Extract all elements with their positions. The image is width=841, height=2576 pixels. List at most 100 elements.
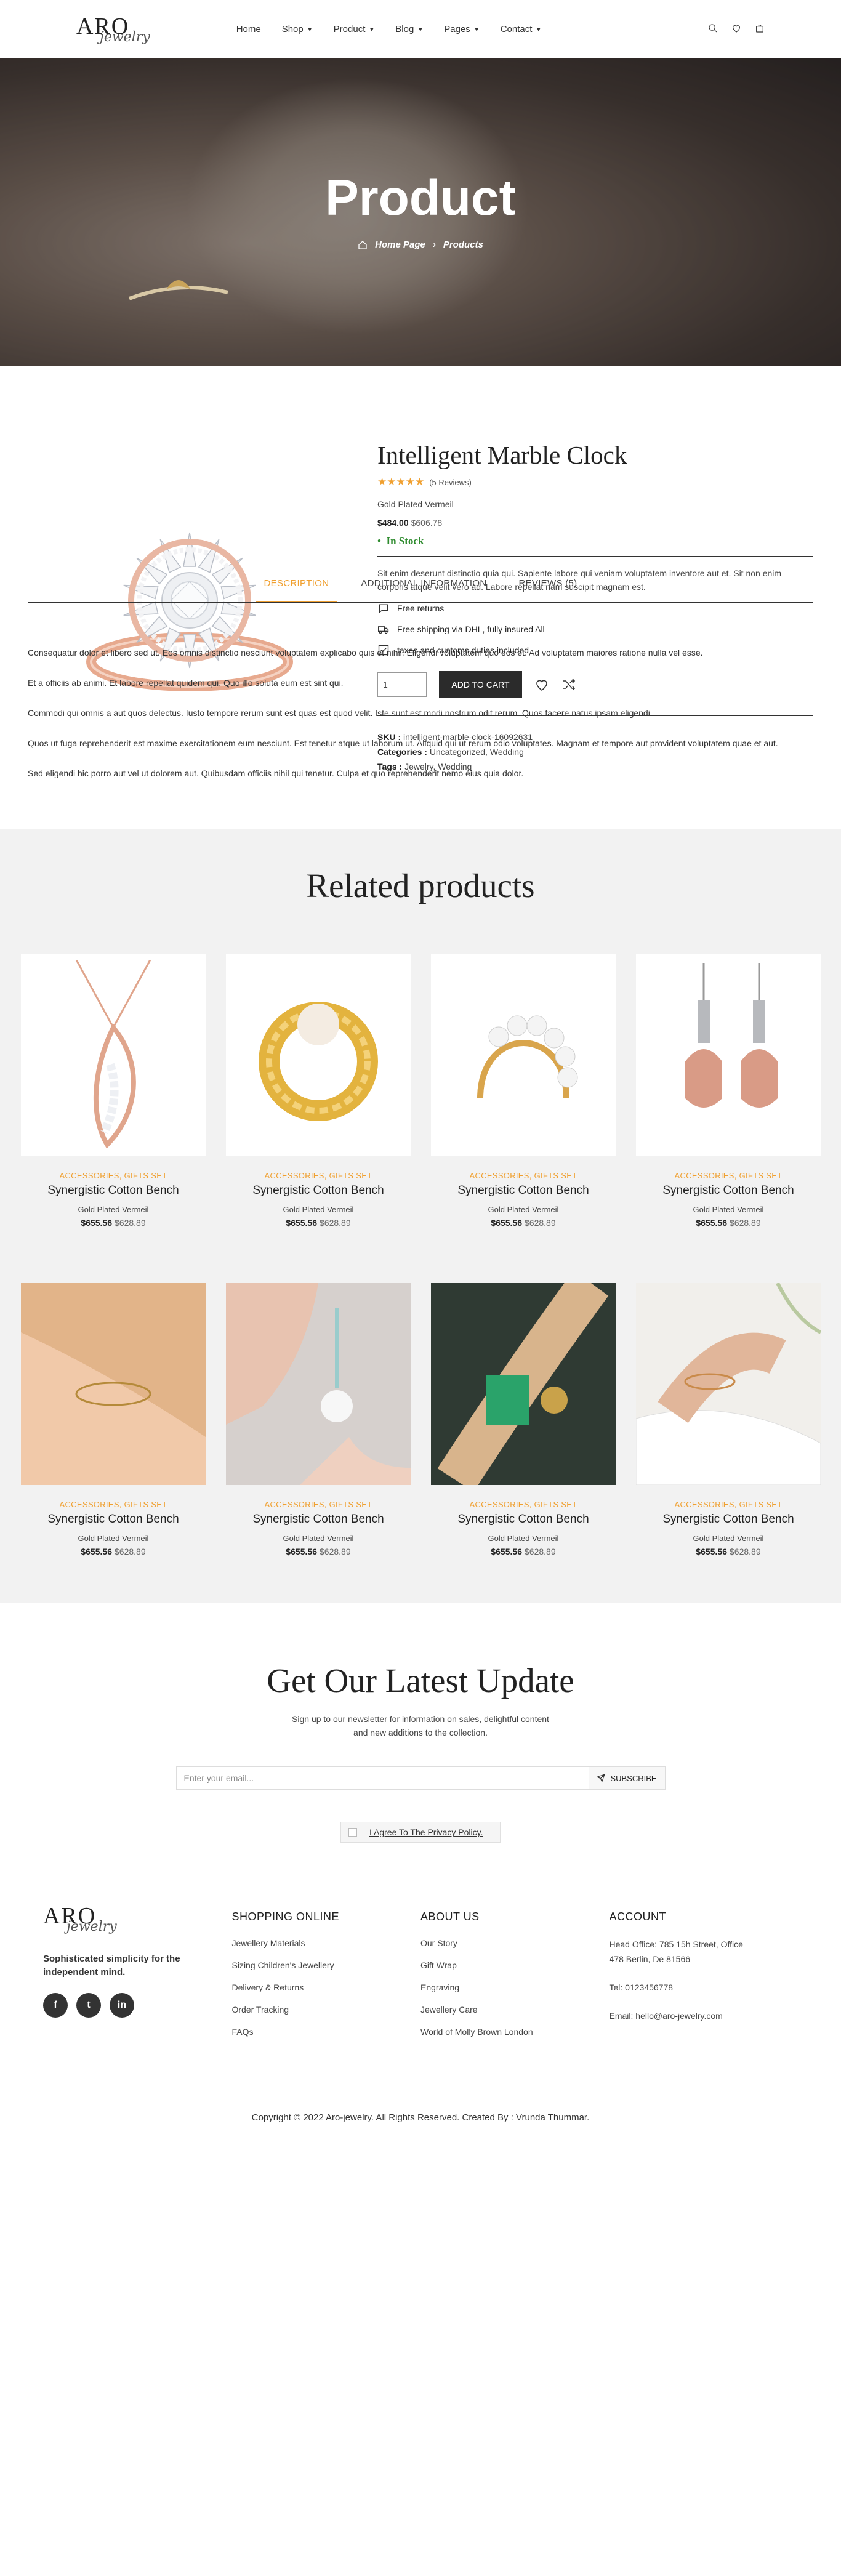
- product-card-image[interactable]: [431, 1283, 616, 1485]
- bag-icon[interactable]: [755, 23, 765, 36]
- product-card-category[interactable]: ACCESSORIES, GIFTS SET: [21, 1171, 206, 1180]
- address-line-1: Head Office: 785 15h Street, Office: [609, 1939, 743, 1949]
- product-card-material: Gold Plated Vermeil: [488, 1534, 559, 1543]
- product-card[interactable]: ACCESSORIES, GIFTS SET Synergistic Cotton…: [431, 954, 616, 1228]
- nav-item-pages[interactable]: Pages ▼: [444, 24, 479, 34]
- product-card-image[interactable]: [431, 954, 616, 1156]
- card-old-price: $628.89: [730, 1218, 761, 1228]
- footer-link[interactable]: Sizing Children's Jewellery: [232, 1960, 421, 1970]
- product-card-image[interactable]: [226, 954, 411, 1156]
- caret-down-icon: ▼: [307, 26, 313, 33]
- product-card-image[interactable]: [226, 1283, 411, 1485]
- product-card-name[interactable]: Synergistic Cotton Bench: [431, 1513, 616, 1526]
- product-image[interactable]: [28, 440, 351, 785]
- twitter-icon[interactable]: t: [76, 1993, 101, 2018]
- privacy-checkbox[interactable]: [348, 1828, 357, 1837]
- footer-link[interactable]: FAQs: [232, 2027, 421, 2037]
- shopping-title: SHOPPING ONLINE: [231, 1910, 340, 1923]
- privacy-agree[interactable]: I Agree To The Privacy Policy.: [340, 1822, 501, 1843]
- logo[interactable]: ARO jewelry: [76, 15, 150, 44]
- product-card-material: Gold Plated Vermeil: [693, 1205, 764, 1214]
- tab-reviews[interactable]: REVIEWS (5): [510, 571, 585, 602]
- newsletter-line-1: Sign up to our newsletter for informatio…: [292, 1714, 549, 1724]
- copyright: Copyright © 2022 Aro-jewelry. All Rights…: [251, 2112, 590, 2123]
- footer-link[interactable]: Our Story: [420, 1938, 610, 1948]
- footer-link[interactable]: Order Tracking: [232, 2005, 421, 2015]
- product-card[interactable]: ACCESSORIES, GIFTS SET Synergistic Cotton…: [636, 1283, 821, 1556]
- product-card[interactable]: ACCESSORIES, GIFTS SET Synergistic Cotton…: [21, 1283, 206, 1556]
- nav-item-product[interactable]: Product ▼: [334, 24, 375, 34]
- address-line-2: 478 Berlin, De 81566: [609, 1954, 691, 1964]
- footer-link[interactable]: Engraving: [420, 1982, 610, 1992]
- product-card-price: $655.56 $628.89: [431, 1218, 616, 1228]
- caret-down-icon: ▼: [536, 26, 542, 33]
- product-card[interactable]: ACCESSORIES, GIFTS SET Synergistic Cotton…: [226, 1283, 411, 1556]
- footer-link[interactable]: World of Molly Brown London: [420, 2027, 610, 2037]
- product-card-name[interactable]: Synergistic Cotton Bench: [636, 1184, 821, 1197]
- card-old-price: $628.89: [730, 1547, 761, 1556]
- product-card-category[interactable]: ACCESSORIES, GIFTS SET: [431, 1500, 616, 1509]
- product-card-category[interactable]: ACCESSORIES, GIFTS SET: [636, 1500, 821, 1509]
- footer-link[interactable]: Gift Wrap: [420, 1960, 610, 1970]
- subscribe-button[interactable]: SUBSCRIBE: [588, 1766, 666, 1790]
- product-card-name[interactable]: Synergistic Cotton Bench: [431, 1184, 616, 1197]
- product-card[interactable]: ACCESSORIES, GIFTS SET Synergistic Cotton…: [226, 954, 411, 1228]
- card-current-price: $655.56: [286, 1547, 317, 1556]
- linkedin-icon[interactable]: in: [110, 1993, 134, 2018]
- product-card-name[interactable]: Synergistic Cotton Bench: [226, 1513, 411, 1526]
- heart-icon[interactable]: [731, 23, 741, 36]
- product-card-category[interactable]: ACCESSORIES, GIFTS SET: [21, 1500, 206, 1509]
- footer-link[interactable]: Jewellery Care: [420, 2005, 610, 2015]
- product-card-image[interactable]: [21, 1283, 206, 1485]
- footer-link[interactable]: Jewellery Materials: [232, 1938, 421, 1948]
- add-to-cart-button[interactable]: ADD TO CART: [439, 671, 522, 698]
- tab-description[interactable]: DESCRIPTION: [255, 571, 338, 602]
- product-card[interactable]: ACCESSORIES, GIFTS SET Synergistic Cotton…: [431, 1283, 616, 1556]
- telephone[interactable]: Tel: 0123456778: [610, 1980, 799, 1995]
- product-card-category[interactable]: ACCESSORIES, GIFTS SET: [431, 1171, 616, 1180]
- stock-status: • In Stock: [377, 535, 424, 547]
- product-card-image[interactable]: [636, 1283, 821, 1485]
- email-link[interactable]: Email: hello@aro-jewelry.com: [610, 2008, 799, 2023]
- nav-label: Contact: [500, 24, 533, 34]
- product-grid: ACCESSORIES, GIFTS SET Synergistic Cotton…: [0, 954, 841, 1556]
- search-icon[interactable]: [708, 23, 718, 36]
- feature-label: Free shipping via DHL, fully insured All: [397, 624, 545, 634]
- product-card-price: $655.56 $628.89: [431, 1547, 616, 1556]
- product-card-name[interactable]: Synergistic Cotton Bench: [21, 1513, 206, 1526]
- card-old-price: $628.89: [525, 1547, 556, 1556]
- material: Gold Plated Vermeil: [377, 499, 454, 509]
- product-card-image[interactable]: [636, 954, 821, 1156]
- wishlist-heart-icon[interactable]: [534, 677, 549, 692]
- product-card-name[interactable]: Synergistic Cotton Bench: [636, 1513, 821, 1526]
- quantity-input[interactable]: [377, 672, 427, 697]
- product-card-name[interactable]: Synergistic Cotton Bench: [21, 1184, 206, 1197]
- nav-label: Product: [333, 24, 366, 34]
- breadcrumb-home[interactable]: Home Page: [375, 239, 425, 250]
- footer-logo[interactable]: ARO jewelry: [43, 1904, 232, 1934]
- compare-shuffle-icon[interactable]: [561, 677, 576, 692]
- footer-link[interactable]: Delivery & Returns: [232, 1982, 421, 1992]
- facebook-icon[interactable]: f: [43, 1993, 68, 2018]
- product-card-name[interactable]: Synergistic Cotton Bench: [226, 1184, 411, 1197]
- caret-down-icon: ▼: [417, 26, 424, 33]
- nav-item-contact[interactable]: Contact ▼: [501, 24, 542, 34]
- review-count[interactable]: (5 Reviews): [429, 478, 472, 487]
- product-card[interactable]: ACCESSORIES, GIFTS SET Synergistic Cotton…: [636, 954, 821, 1228]
- nav-item-blog[interactable]: Blog ▼: [395, 24, 423, 34]
- privacy-link[interactable]: I Agree To The Privacy Policy.: [369, 1827, 483, 1837]
- nav-item-home[interactable]: Home: [236, 24, 261, 34]
- about-title: ABOUT US: [420, 1910, 480, 1923]
- product-card-category[interactable]: ACCESSORIES, GIFTS SET: [226, 1500, 411, 1509]
- product-card-image[interactable]: [21, 954, 206, 1156]
- product-card-price: $655.56 $628.89: [636, 1547, 821, 1556]
- product-card[interactable]: ACCESSORIES, GIFTS SET Synergistic Cotton…: [21, 954, 206, 1228]
- product-card-category[interactable]: ACCESSORIES, GIFTS SET: [636, 1171, 821, 1180]
- card-current-price: $655.56: [491, 1547, 522, 1556]
- tab-additional[interactable]: ADDITIONAL INFORMATION: [352, 571, 495, 602]
- product-card-category[interactable]: ACCESSORIES, GIFTS SET: [226, 1171, 411, 1180]
- card-current-price: $655.56: [491, 1218, 522, 1228]
- product-card-price: $655.56 $628.89: [21, 1547, 206, 1556]
- nav-item-shop[interactable]: Shop ▼: [282, 24, 313, 34]
- email-input[interactable]: Enter your email...: [175, 1766, 589, 1790]
